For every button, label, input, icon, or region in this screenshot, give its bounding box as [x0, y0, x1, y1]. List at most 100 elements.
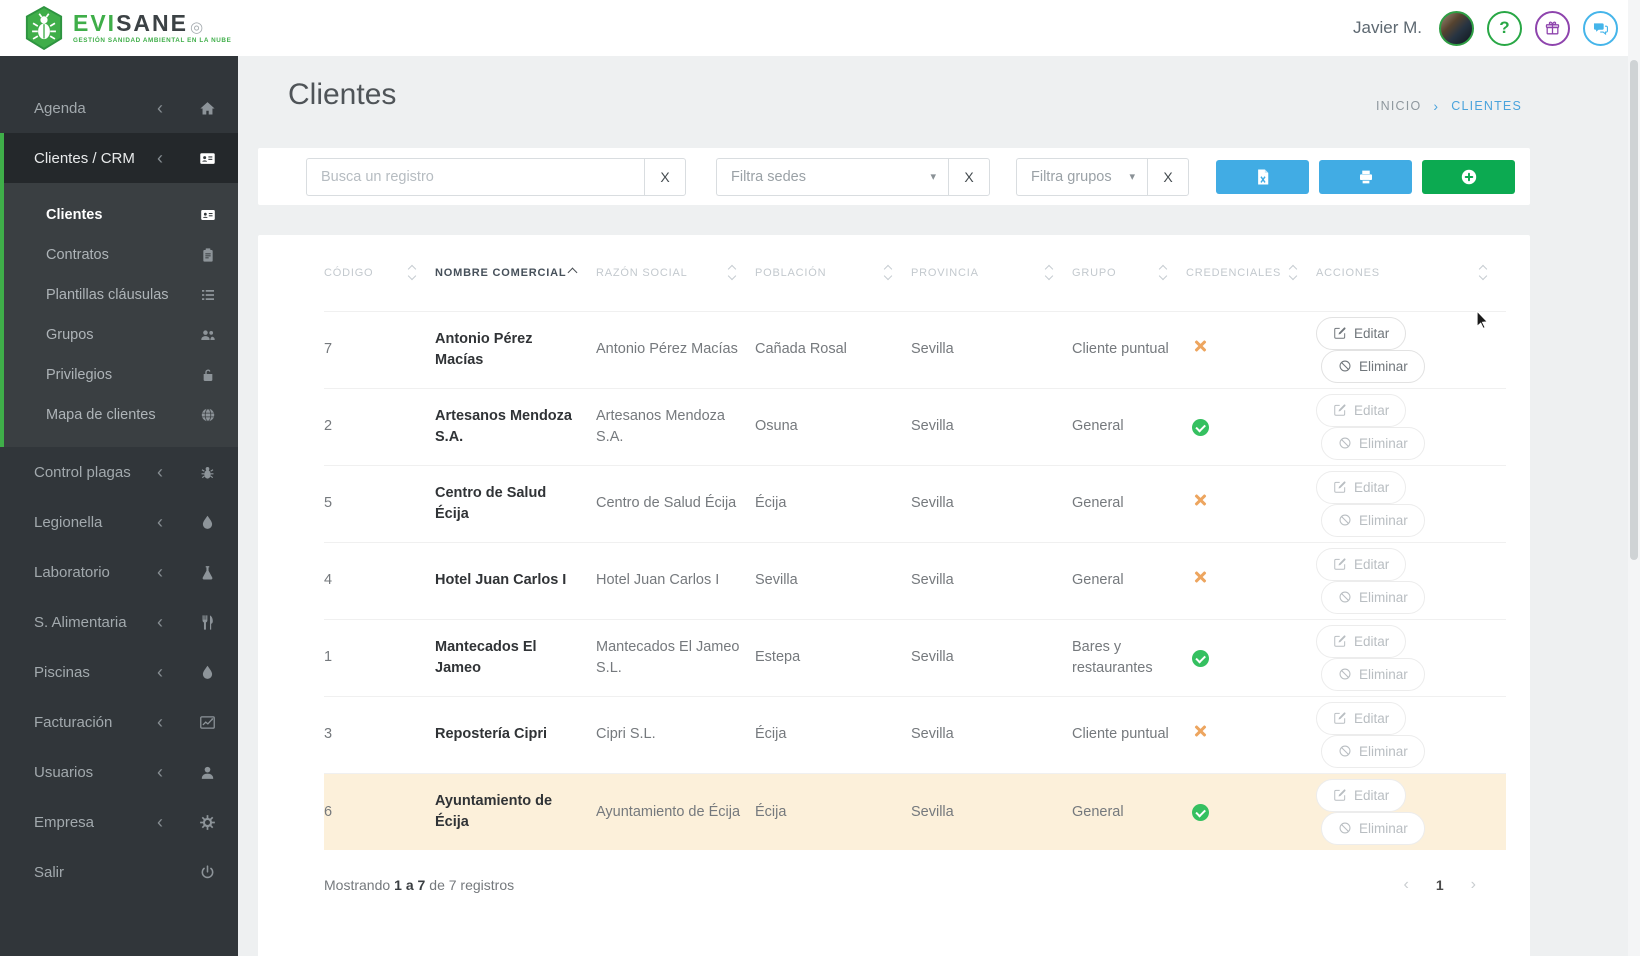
sidebar-subitem-contratos[interactable]: Contratos: [4, 235, 238, 275]
column-header-codigo[interactable]: CÓDIGO: [324, 235, 435, 311]
ban-icon: [1338, 590, 1352, 604]
sort-both-icon: [883, 265, 893, 281]
edit-button[interactable]: Editar: [1316, 778, 1407, 812]
cell-poblacion: Estepa: [755, 649, 801, 666]
sidebar-subitem-label: Clientes: [46, 207, 103, 223]
sidebar-item-salir[interactable]: Salir: [0, 847, 238, 897]
cell-grupo: General: [1072, 495, 1124, 512]
cell-grupo: Bares y restaurantes: [1072, 639, 1153, 676]
column-header-poblacion[interactable]: POBLACIÓN: [755, 235, 911, 311]
delete-button[interactable]: Eliminar: [1321, 811, 1425, 845]
chart-icon: [199, 714, 216, 731]
sidebar-subitem-plantillas-clausulas[interactable]: Plantillas cláusulas: [4, 275, 238, 315]
flask-icon: [199, 564, 216, 581]
scrollbar-thumb[interactable]: [1630, 60, 1638, 560]
export-excel-button[interactable]: [1216, 159, 1309, 194]
credential-missing-icon: [1193, 339, 1207, 353]
cell-nombre-comercial: Repostería Cipri: [435, 726, 547, 743]
cell-grupo: Cliente puntual: [1072, 341, 1169, 358]
table-footer: Mostrando 1 a 7 de 7 registros ‹ 1 ›: [324, 876, 1476, 894]
cell-razon-social: Ayuntamiento de Écija: [596, 803, 741, 820]
sidebar-subitem-mapa-de-clientes[interactable]: Mapa de clientes: [4, 395, 238, 435]
breadcrumb-home[interactable]: INICIO: [1376, 99, 1421, 113]
cell-poblacion: Osuna: [755, 418, 798, 435]
filter-sedes-select[interactable]: Filtra sedes ▾: [716, 157, 948, 196]
column-header-credenciales[interactable]: CREDENCIALES: [1186, 235, 1316, 311]
cell-razon-social: Centro de Salud Écija: [596, 495, 737, 512]
sidebar-item-empresa[interactable]: Empresa ‹: [0, 797, 238, 847]
sidebar-item-s-alimentaria[interactable]: S. Alimentaria ‹: [0, 597, 238, 647]
cell-poblacion: Cañada Rosal: [755, 341, 847, 358]
column-header-acciones[interactable]: ACCIONES: [1316, 235, 1506, 311]
clear-sedes-button[interactable]: X: [948, 157, 990, 196]
sidebar-item-laboratorio[interactable]: Laboratorio ‹: [0, 547, 238, 597]
sidebar-subitem-clientes[interactable]: Clientes: [4, 195, 238, 235]
column-header-label: CREDENCIALES: [1186, 266, 1282, 279]
sidebar-subitem-privilegios[interactable]: Privilegios: [4, 355, 238, 395]
user-avatar[interactable]: [1439, 10, 1474, 46]
gift-button[interactable]: [1535, 10, 1570, 46]
delete-button[interactable]: Eliminar: [1321, 503, 1425, 537]
column-header-provincia[interactable]: PROVINCIA: [911, 235, 1072, 311]
delete-button[interactable]: Eliminar: [1321, 349, 1425, 383]
clear-search-button[interactable]: X: [644, 157, 686, 196]
edit-button[interactable]: Editar: [1316, 547, 1407, 581]
top-bar: EVISANE GESTIÓN SANIDAD AMBIENTAL EN LA …: [0, 0, 1640, 56]
filter-grupos-select[interactable]: Filtra grupos ▾: [1016, 157, 1147, 196]
edit-button[interactable]: Editar: [1316, 470, 1407, 504]
page-number[interactable]: 1: [1436, 877, 1444, 893]
sidebar-collapse-icon[interactable]: ◎: [190, 18, 203, 36]
edit-button[interactable]: Editar: [1316, 624, 1407, 658]
sidebar-subitem-grupos[interactable]: Grupos: [4, 315, 238, 355]
help-button[interactable]: ?: [1487, 10, 1522, 46]
list-icon: [200, 287, 216, 303]
clear-grupos-button[interactable]: X: [1147, 157, 1189, 196]
sidebar-nav: Agenda ‹ Clientes / CRM ‹ Clientes Contratos P…: [0, 56, 238, 897]
add-client-button[interactable]: [1422, 159, 1515, 194]
sidebar-item-usuarios[interactable]: Usuarios ‹: [0, 747, 238, 797]
delete-button[interactable]: Eliminar: [1321, 657, 1425, 691]
edit-button[interactable]: Editar: [1316, 316, 1407, 350]
user-name[interactable]: Javier M.: [1353, 18, 1422, 38]
sort-both-icon: [407, 265, 417, 281]
sidebar-item-legionella[interactable]: Legionella ‹: [0, 497, 238, 547]
page-next-icon[interactable]: ›: [1471, 876, 1476, 894]
droplet-icon: [199, 514, 216, 531]
edit-button[interactable]: Editar: [1316, 701, 1407, 735]
delete-button[interactable]: Eliminar: [1321, 426, 1425, 460]
sidebar-item-facturacion[interactable]: Facturación ‹: [0, 697, 238, 747]
chat-button[interactable]: [1583, 10, 1618, 46]
cell-credenciales: [1186, 619, 1316, 696]
print-button[interactable]: [1319, 159, 1412, 194]
sidebar-item-agenda[interactable]: Agenda ‹: [0, 83, 238, 133]
sidebar-subitem-label: Grupos: [46, 327, 94, 343]
sidebar-item-control-plagas[interactable]: Control plagas ‹: [0, 447, 238, 497]
search-input[interactable]: [306, 157, 644, 196]
scrollbar-track[interactable]: [1628, 0, 1640, 956]
page-prev-icon[interactable]: ‹: [1404, 876, 1409, 894]
cell-nombre-comercial: Mantecados El Jameo: [435, 639, 537, 676]
excel-file-icon: [1254, 168, 1272, 186]
chevron-left-icon: ‹: [157, 662, 163, 682]
sidebar-item-clientes-crm[interactable]: Clientes / CRM ‹: [4, 133, 238, 183]
sidebar-item-piscinas[interactable]: Piscinas ‹: [0, 647, 238, 697]
column-header-razon-social[interactable]: RAZÓN SOCIAL: [596, 235, 755, 311]
sidebar-item-label: Facturación: [34, 713, 113, 731]
delete-button[interactable]: Eliminar: [1321, 580, 1425, 614]
cell-codigo: 2: [324, 418, 333, 435]
edit-button[interactable]: Editar: [1316, 393, 1407, 427]
column-header-nombre-comercial[interactable]: NOMBRE COMERCIAL: [435, 235, 596, 311]
toolbar: [1216, 159, 1515, 194]
cell-acciones: Editar Eliminar: [1316, 465, 1506, 542]
sidebar-submenu: Clientes Contratos Plantillas cláusulas Gru…: [4, 183, 238, 447]
credential-missing-icon: [1193, 493, 1207, 507]
cell-codigo: 3: [324, 726, 333, 743]
delete-button[interactable]: Eliminar: [1321, 734, 1425, 768]
table-row: 4 Hotel Juan Carlos I Hotel Juan Carlos I S…: [324, 542, 1506, 619]
page-title: Clientes: [288, 78, 397, 111]
column-header-label: NOMBRE COMERCIAL: [435, 266, 567, 279]
credential-granted-icon: [1192, 419, 1209, 437]
edit-icon: [1333, 326, 1347, 340]
column-header-grupo[interactable]: GRUPO: [1072, 235, 1186, 311]
cell-razon-social: Cipri S.L.: [596, 726, 656, 743]
